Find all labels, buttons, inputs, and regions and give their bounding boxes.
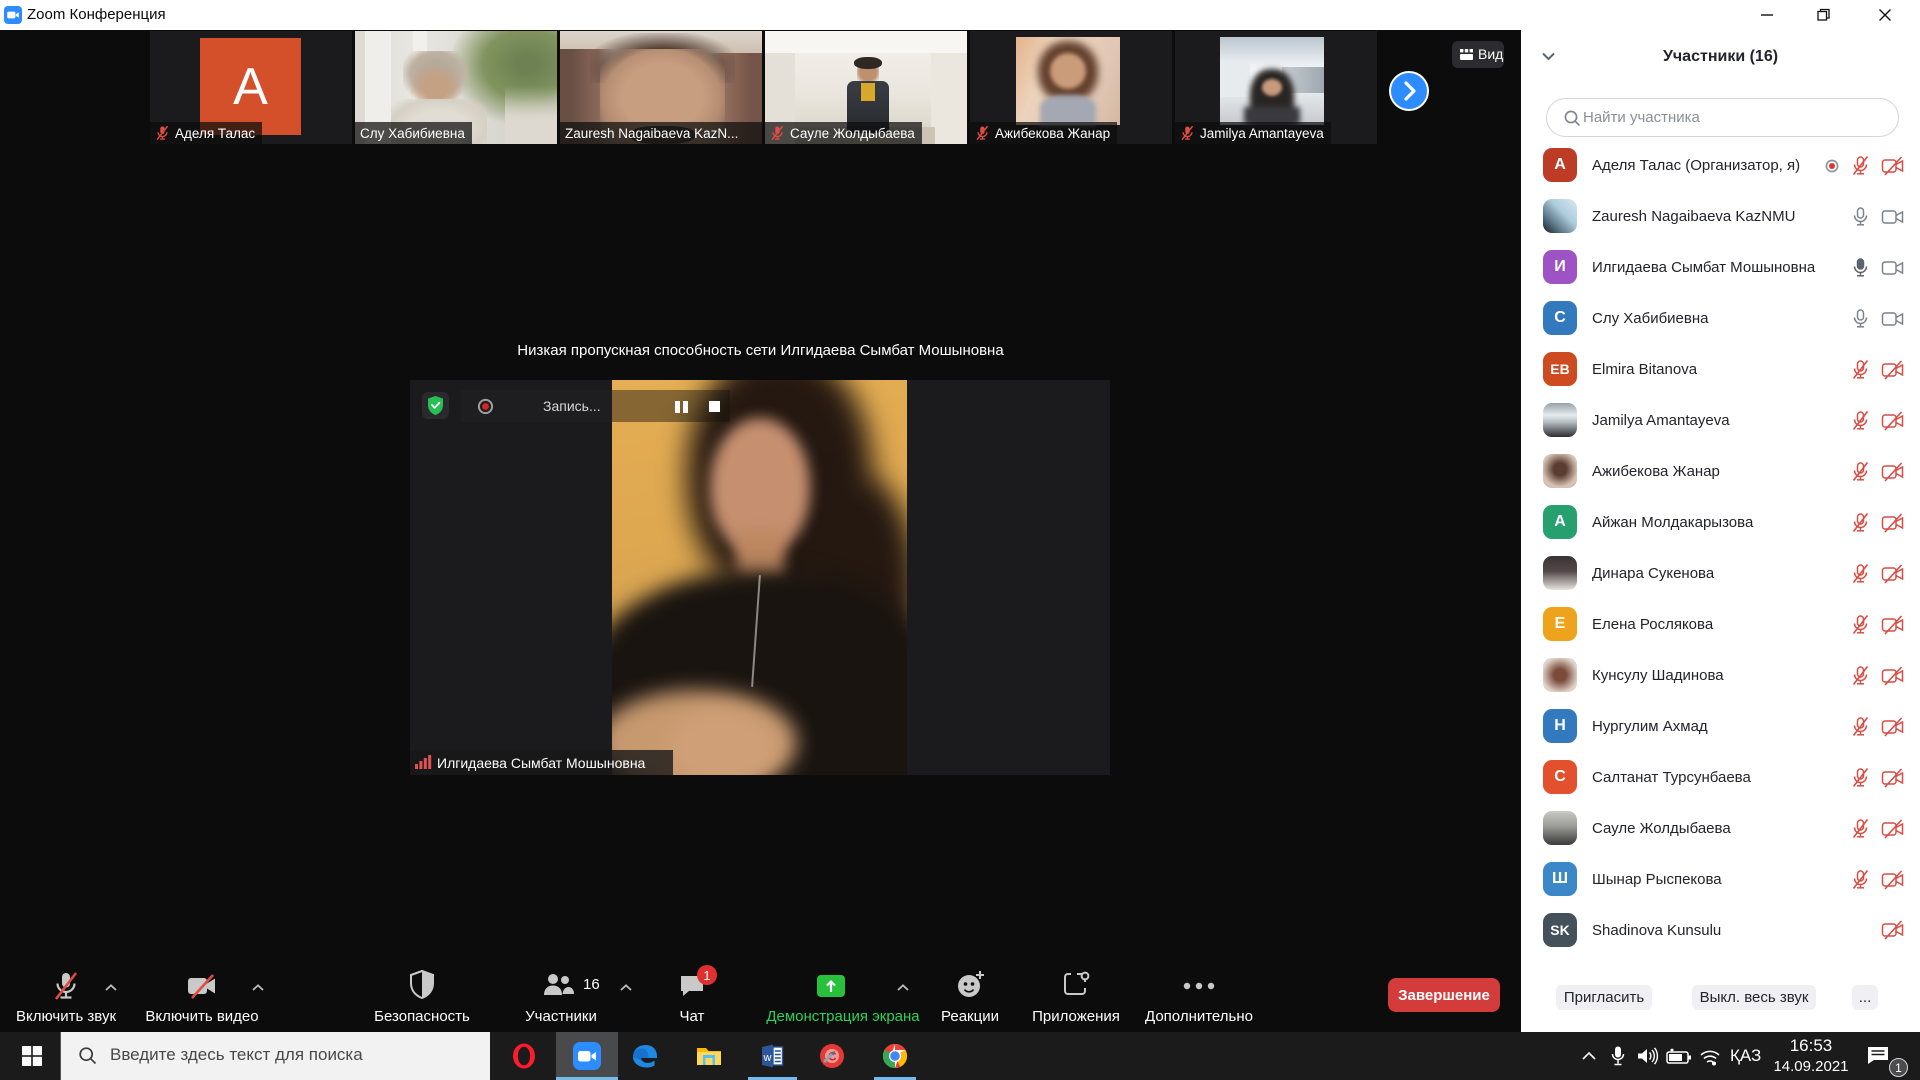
svg-text:w: w [763, 1052, 772, 1064]
